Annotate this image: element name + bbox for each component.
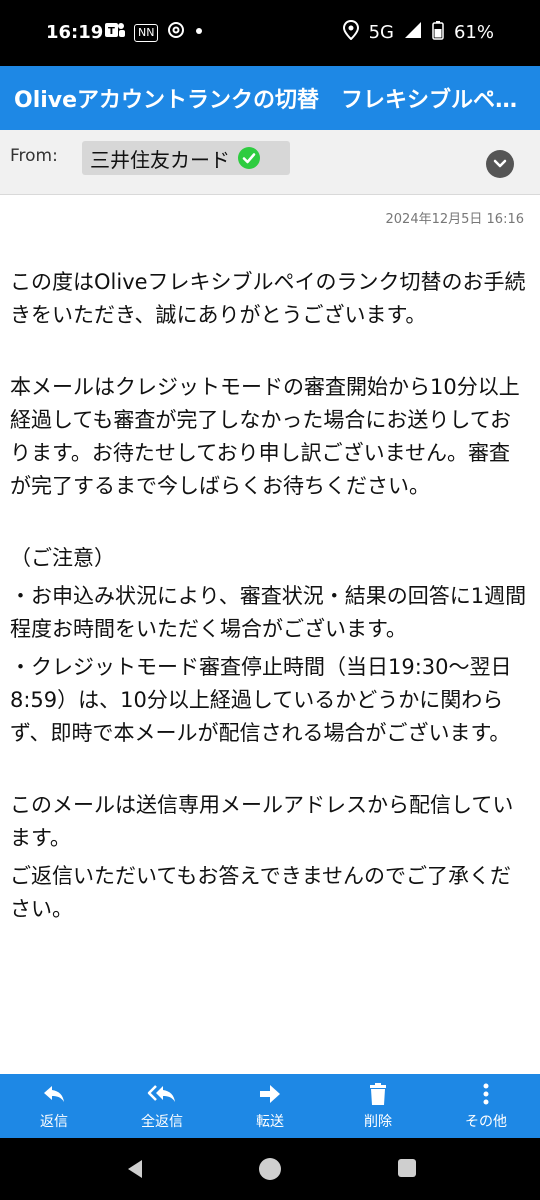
home-icon[interactable] bbox=[259, 1158, 281, 1180]
body-paragraph: 本メールはクレジットモードの審査開始から10分以上経過しても審査が完了しなかった… bbox=[10, 375, 520, 498]
email-date: 2024年12月5日 16:16 bbox=[385, 212, 525, 227]
forward-arrow-icon bbox=[260, 1085, 280, 1103]
reply-icon bbox=[44, 1086, 64, 1102]
reply-all-button[interactable]: 全返信 bbox=[108, 1074, 216, 1138]
bottom-toolbar: 返信 全返信 転送 削除 その他 bbox=[0, 1074, 540, 1138]
from-label: From: bbox=[10, 146, 58, 166]
system-nav-bar bbox=[0, 1138, 540, 1200]
body-paragraph: このメールは送信専用メールアドレスから配信しています。 bbox=[10, 793, 514, 850]
signal-icon bbox=[404, 21, 422, 44]
battery-icon bbox=[432, 20, 444, 45]
sender-chip[interactable]: 三井住友カード bbox=[82, 141, 290, 175]
network-type: 5G bbox=[368, 22, 394, 43]
forward-label: 転送 bbox=[256, 1114, 284, 1130]
reply-button[interactable]: 返信 bbox=[0, 1074, 108, 1138]
reply-all-icon bbox=[147, 1085, 175, 1102]
status-notification-icons: T NN bbox=[104, 20, 204, 45]
status-system-icons: 5G 61% bbox=[342, 19, 494, 45]
body-paragraph: ご返信いただいてもお答えできませんのでご了承ください。 bbox=[10, 864, 512, 921]
sender-name: 三井住友カード bbox=[90, 147, 230, 172]
title-bar: Oliveアカウントランクの切替 フレキシブルペイのランク切替 bbox=[0, 66, 540, 130]
nn-icon: NN bbox=[134, 23, 159, 42]
reply-label: 返信 bbox=[40, 1114, 68, 1130]
location-icon bbox=[342, 19, 359, 45]
back-icon[interactable] bbox=[124, 1158, 146, 1180]
body-paragraph: この度はOliveフレキシブルペイのランク切替のお手続きをいただき、誠にありがと… bbox=[10, 270, 526, 327]
chevron-down-icon bbox=[493, 159, 507, 168]
more-vertical-icon bbox=[483, 1083, 489, 1105]
notice-heading: （ご注意） bbox=[10, 546, 115, 570]
more-button[interactable]: その他 bbox=[432, 1074, 540, 1138]
delete-label: 削除 bbox=[364, 1114, 392, 1130]
trash-icon bbox=[370, 1083, 386, 1105]
expand-header-button[interactable] bbox=[486, 150, 514, 178]
notice-item: ・クレジットモード審査停止時間（当日19:30〜翌日8:59）は、10分以上経過… bbox=[10, 655, 512, 745]
verified-check-icon bbox=[238, 147, 260, 169]
from-header: From: 三井住友カード bbox=[0, 130, 540, 195]
dot-icon bbox=[194, 20, 204, 45]
email-body: この度はOliveフレキシブルペイのランク切替のお手続きをいただき、誠にありがと… bbox=[10, 266, 530, 926]
delete-button[interactable]: 削除 bbox=[324, 1074, 432, 1138]
notice-item: ・お申込み状況により、審査状況・結果の回答に1週間程度お時間をいただく場合がござ… bbox=[10, 584, 527, 641]
status-time: 16:19 bbox=[46, 22, 104, 43]
svg-text:T: T bbox=[108, 26, 115, 37]
forward-button[interactable]: 転送 bbox=[216, 1074, 324, 1138]
reply-all-label: 全返信 bbox=[141, 1114, 183, 1130]
threads-icon bbox=[166, 20, 186, 45]
status-bar: 16:19 T NN 5G 61% bbox=[0, 0, 540, 66]
email-subject: Oliveアカウントランクの切替 フレキシブルペイのランク切替 bbox=[14, 88, 524, 113]
battery-level: 61% bbox=[453, 22, 494, 43]
more-label: その他 bbox=[465, 1114, 507, 1130]
recent-apps-icon[interactable] bbox=[398, 1159, 416, 1177]
teams-icon: T bbox=[104, 20, 126, 45]
